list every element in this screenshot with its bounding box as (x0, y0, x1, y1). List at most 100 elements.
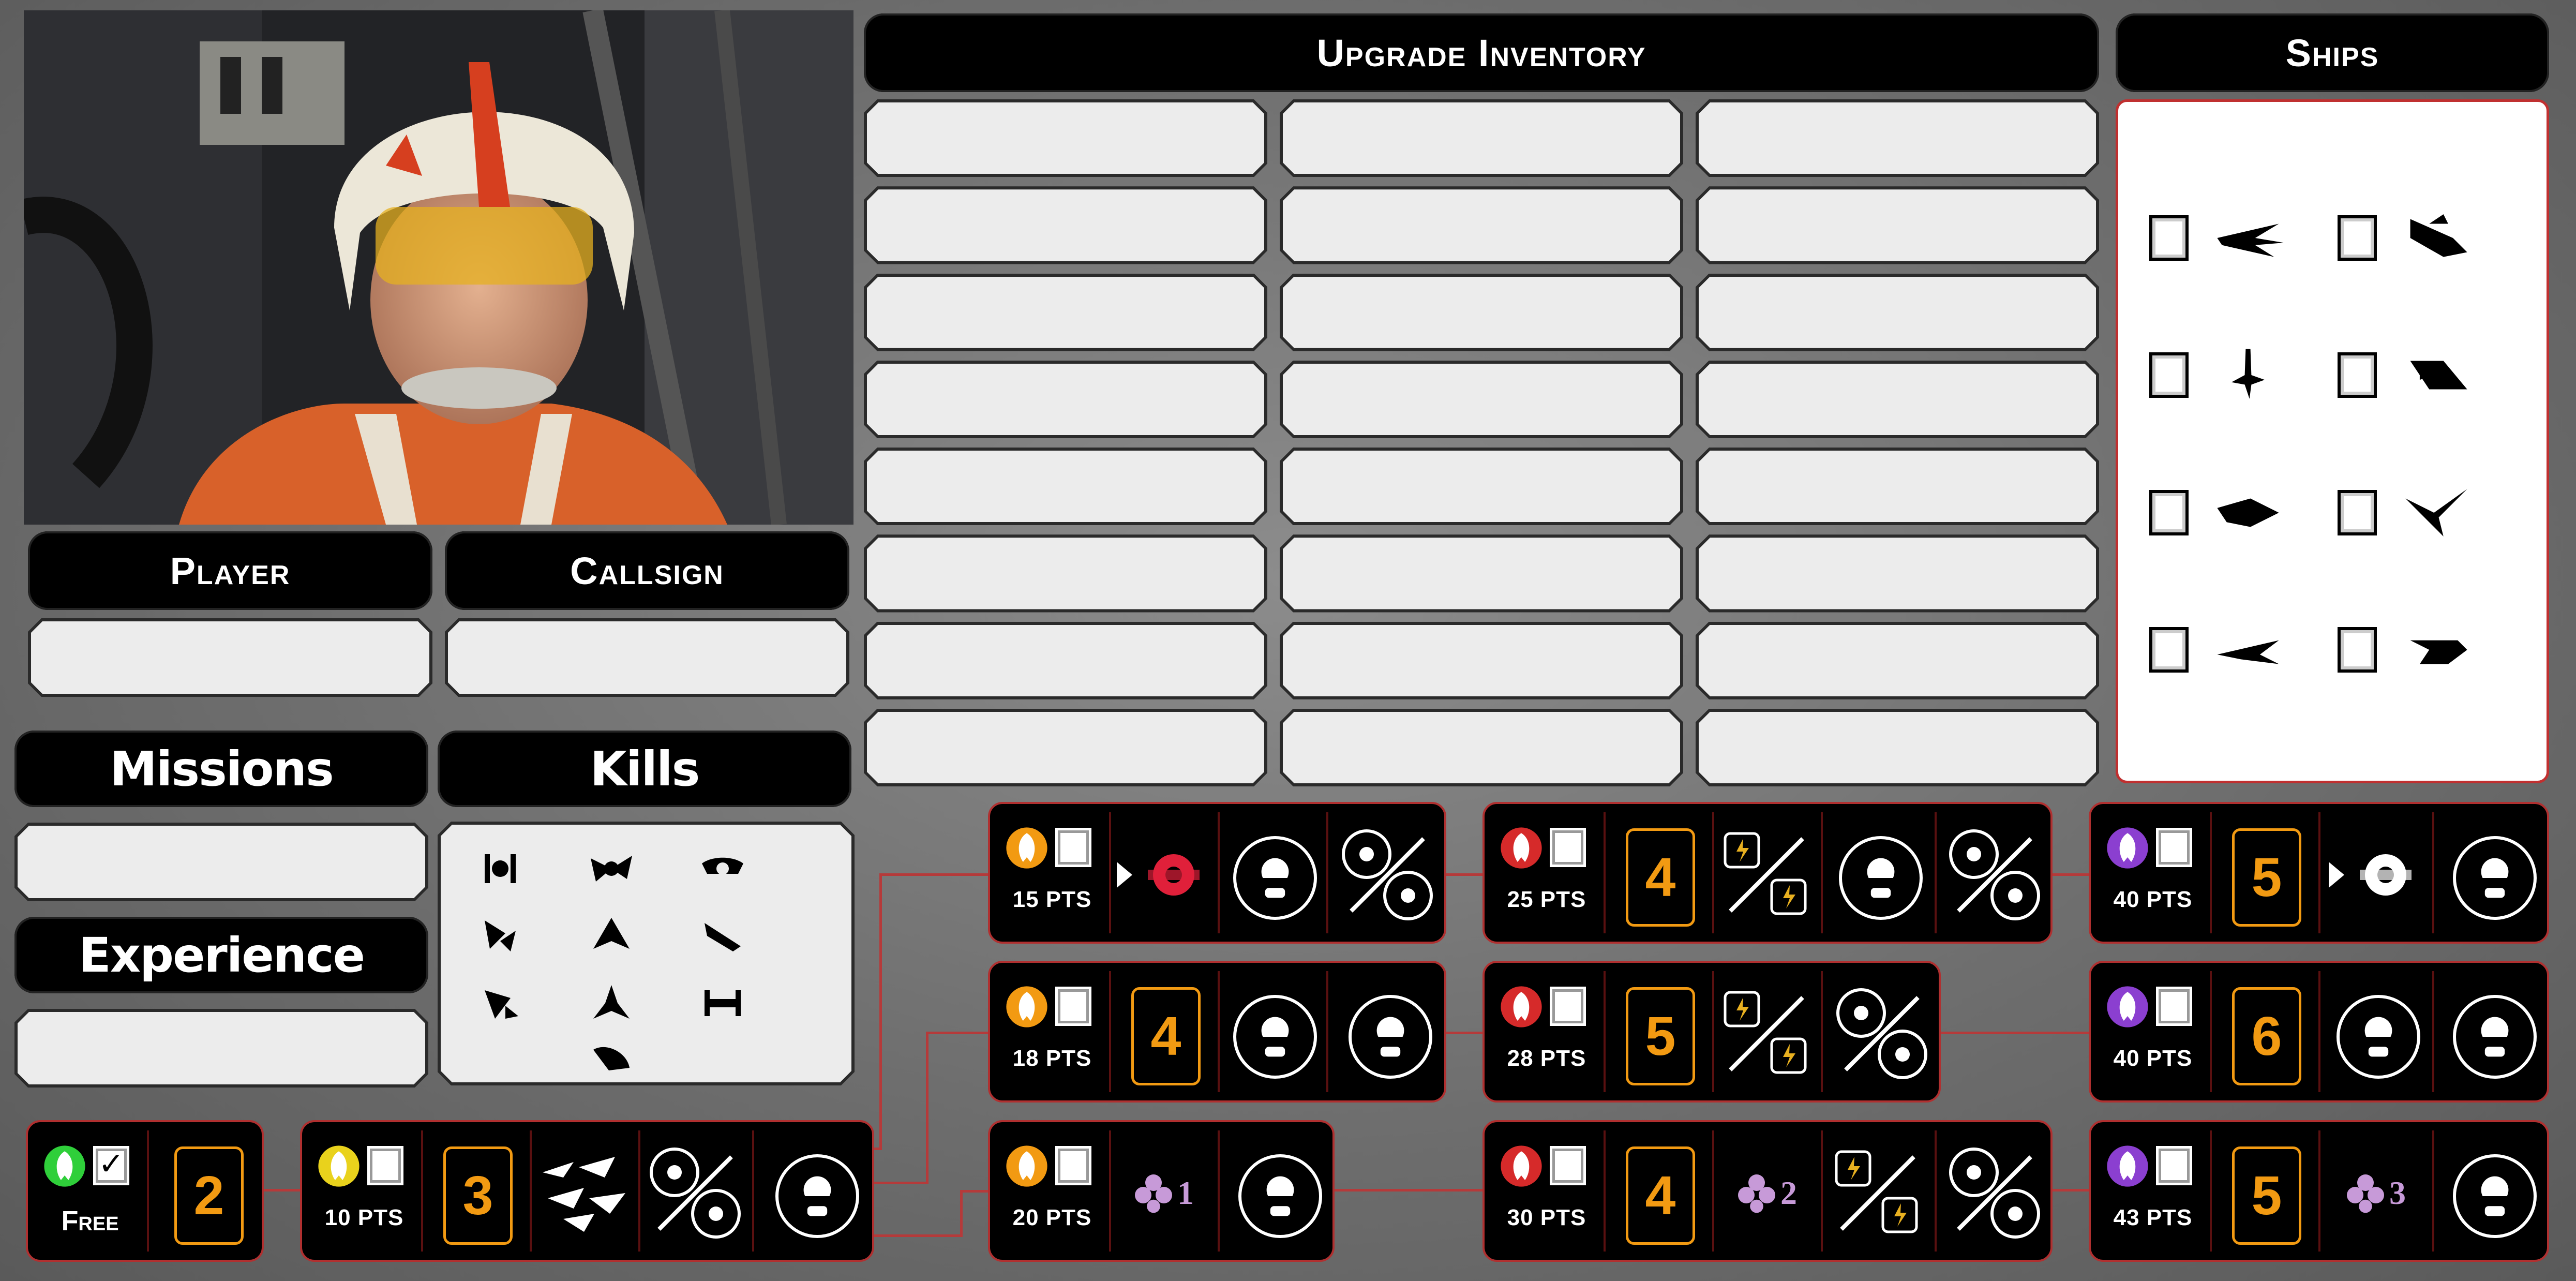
callsign-field[interactable] (445, 618, 849, 697)
upgrade-slot-field[interactable] (1283, 277, 1680, 348)
card-checkbox[interactable] (2156, 987, 2192, 1026)
upgrade-slot-field[interactable] (1699, 189, 2096, 261)
upgrade-slot[interactable] (1696, 99, 2099, 177)
ship-checkbox[interactable] (2149, 627, 2189, 673)
upgrade-slot-field[interactable] (867, 538, 1264, 609)
upgrade-slot-field[interactable] (1699, 538, 2096, 609)
ship-checkbox[interactable] (2338, 489, 2377, 535)
force-token-icon (1724, 832, 1807, 915)
a-wing-icon (2217, 498, 2279, 527)
card-checkbox[interactable] (1550, 987, 1586, 1026)
upgrade-slot-field[interactable] (1699, 625, 2096, 696)
ship-checkbox[interactable] (2338, 215, 2377, 261)
card-checkbox[interactable] (1055, 1146, 1091, 1185)
upgrade-slot[interactable] (1280, 534, 1683, 612)
card-checkbox[interactable] (1055, 828, 1091, 867)
upgrade-slot[interactable] (864, 448, 1267, 525)
upgrade-slot-field[interactable] (1283, 451, 1680, 522)
upgrade-slot-field[interactable] (867, 364, 1264, 435)
card-checkbox[interactable]: ✓ (93, 1146, 129, 1185)
upgrade-slot[interactable] (1280, 186, 1683, 264)
rebel-faction-icon (1501, 827, 1542, 869)
upgrade-slot-field[interactable] (1283, 625, 1680, 696)
connector-line (2053, 1189, 2089, 1191)
upgrade-slot-field[interactable] (1699, 277, 2096, 348)
upgrade-slot[interactable] (1280, 99, 1683, 177)
upgrade-slot[interactable] (864, 709, 1267, 786)
upgrade-slot[interactable] (1280, 361, 1683, 438)
missions-field-value[interactable] (18, 826, 425, 898)
upgrade-slot[interactable] (1696, 186, 2099, 264)
upgrade-slot[interactable] (864, 361, 1267, 438)
force-bonus-value: 1 (1177, 1174, 1194, 1211)
card-divider (1218, 1130, 1220, 1252)
y-wing-icon (2410, 214, 2467, 257)
card-checkbox[interactable] (1055, 987, 1091, 1026)
upgrade-slot[interactable] (864, 274, 1267, 351)
card-divider (1712, 971, 1714, 1092)
player-field[interactable] (28, 618, 432, 697)
card-checkbox[interactable] (2156, 828, 2192, 867)
callsign-header-label: Callsign (570, 549, 724, 592)
upgrade-slot-field[interactable] (1283, 712, 1680, 783)
card-checkbox[interactable] (2156, 1146, 2192, 1185)
upgrade-slot-field[interactable] (867, 189, 1264, 261)
upgrade-slot[interactable] (1696, 274, 2099, 351)
ship-checkbox[interactable] (2338, 627, 2377, 673)
upgrade-slot[interactable] (864, 622, 1267, 699)
upgrade-slot[interactable] (864, 186, 1267, 264)
yt-1300-icon (2410, 361, 2467, 390)
experience-header-label: Experience (78, 927, 365, 983)
upgrade-card: 18 PTS 4 (988, 961, 1446, 1103)
alternate-upgrade-icon (1342, 829, 1433, 920)
upgrade-slot-field[interactable] (867, 277, 1264, 348)
upgrade-slot-field[interactable] (867, 102, 1264, 174)
ship-checkbox[interactable] (2149, 352, 2189, 398)
rebel-faction-icon (2107, 1145, 2148, 1187)
upgrade-slot[interactable] (864, 534, 1267, 612)
upgrade-icon (2453, 836, 2537, 920)
upgrade-slot-field[interactable] (1283, 538, 1680, 609)
upgrade-slot-field[interactable] (1283, 102, 1680, 174)
upgrade-inventory-grid (864, 99, 2099, 786)
experience-field-value[interactable] (18, 1012, 425, 1084)
card-checkbox[interactable] (1550, 828, 1586, 867)
upgrade-slot-field[interactable] (867, 712, 1264, 783)
upgrade-slot[interactable] (1696, 448, 2099, 525)
upgrade-slot-field[interactable] (1283, 364, 1680, 435)
upgrade-slot[interactable] (1280, 622, 1683, 699)
upgrade-slot-field[interactable] (1699, 364, 2096, 435)
player-field-value[interactable] (31, 621, 429, 694)
upgrade-slot[interactable] (1696, 709, 2099, 786)
upgrade-slot[interactable] (864, 99, 1267, 177)
upgrade-slot-field[interactable] (1699, 712, 2096, 783)
ship-checkbox[interactable] (2338, 352, 2377, 398)
tie-bomber-icon (702, 858, 743, 875)
experience-field[interactable] (14, 1009, 428, 1088)
upgrade-slot[interactable] (1696, 361, 2099, 438)
missions-field[interactable] (14, 823, 428, 901)
missions-header-label: Missions (110, 741, 334, 797)
card-cost: 25 PTS (1507, 887, 1586, 912)
upgrade-slot-field[interactable] (1699, 451, 2096, 522)
tie-punisher-icon (705, 990, 741, 1016)
card-cost: 10 PTS (324, 1205, 404, 1230)
force-bonus: 2 (1720, 1167, 1813, 1219)
card-checkbox[interactable] (1550, 1146, 1586, 1185)
ship-entry (2338, 444, 2526, 582)
card-checkbox[interactable] (367, 1146, 403, 1185)
upgrade-slot-field[interactable] (867, 625, 1264, 696)
force-icon (1738, 1174, 1775, 1213)
upgrade-slot[interactable] (1280, 274, 1683, 351)
ship-checkbox[interactable] (2149, 489, 2189, 535)
upgrade-slot-field[interactable] (1699, 102, 2096, 174)
upgrade-slot[interactable] (1280, 709, 1683, 786)
callsign-field-value[interactable] (448, 621, 846, 694)
card-divider (1712, 812, 1714, 933)
upgrade-slot[interactable] (1696, 534, 2099, 612)
upgrade-slot[interactable] (1280, 448, 1683, 525)
ship-checkbox[interactable] (2149, 215, 2189, 261)
upgrade-slot-field[interactable] (867, 451, 1264, 522)
upgrade-slot-field[interactable] (1283, 189, 1680, 261)
upgrade-slot[interactable] (1696, 622, 2099, 699)
